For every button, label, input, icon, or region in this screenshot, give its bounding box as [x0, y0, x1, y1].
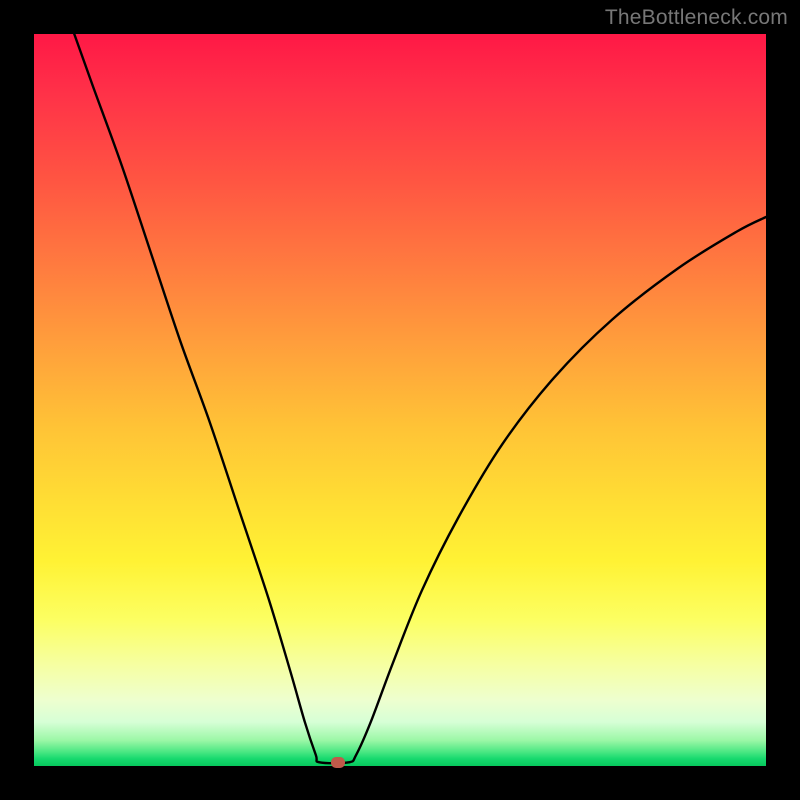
- plot-area: [34, 34, 766, 766]
- chart-frame: TheBottleneck.com: [0, 0, 800, 800]
- watermark-text: TheBottleneck.com: [605, 6, 788, 30]
- bottleneck-curve: [34, 34, 766, 766]
- optimum-marker: [331, 757, 345, 768]
